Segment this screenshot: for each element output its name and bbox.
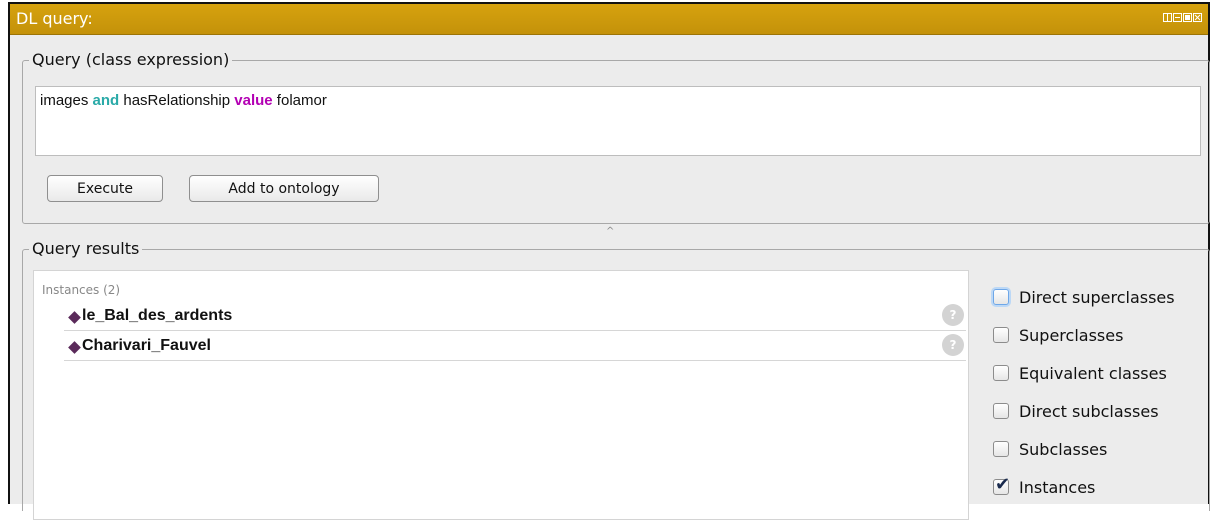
option-label: Direct subclasses bbox=[1019, 401, 1159, 421]
expression-token: folamor bbox=[272, 92, 327, 109]
expression-token: images bbox=[40, 92, 93, 109]
keyword-value: value bbox=[234, 92, 273, 109]
split-view-icon[interactable] bbox=[1163, 13, 1172, 22]
option-direct-subclasses[interactable]: Direct subclasses bbox=[993, 399, 1159, 423]
minimize-icon[interactable] bbox=[1173, 13, 1182, 22]
option-instances[interactable]: Instances bbox=[993, 474, 1096, 499]
results-header: Instances (2) bbox=[42, 283, 121, 297]
result-item[interactable]: Charivari_Fauvel ? bbox=[64, 331, 966, 361]
checkbox[interactable] bbox=[993, 365, 1009, 381]
option-label: Superclasses bbox=[1019, 325, 1124, 345]
checkbox[interactable] bbox=[993, 474, 1010, 495]
checkbox[interactable] bbox=[993, 289, 1009, 305]
add-to-ontology-button[interactable]: Add to ontology bbox=[189, 175, 379, 202]
option-label: Equivalent classes bbox=[1019, 363, 1167, 383]
individual-diamond-icon bbox=[68, 311, 81, 324]
maximize-icon[interactable] bbox=[1183, 13, 1192, 22]
instance-label: Charivari_Fauvel bbox=[82, 337, 211, 354]
option-label: Direct superclasses bbox=[1019, 287, 1175, 307]
checkbox[interactable] bbox=[993, 441, 1009, 457]
splitter-handle-icon[interactable]: ^ bbox=[606, 226, 614, 237]
checkbox[interactable] bbox=[993, 403, 1009, 419]
help-icon[interactable]: ? bbox=[942, 334, 964, 356]
close-icon[interactable] bbox=[1193, 13, 1202, 22]
keyword-and: and bbox=[92, 92, 120, 109]
results-group-label: Query results bbox=[29, 239, 143, 259]
dl-query-window: DL query: Query (class expression) image… bbox=[8, 2, 1210, 520]
option-label: Subclasses bbox=[1019, 439, 1108, 459]
query-group-label: Query (class expression) bbox=[29, 50, 233, 70]
expression-token: hasRelationship bbox=[119, 92, 235, 109]
window-controls bbox=[1163, 13, 1202, 22]
option-equivalent-classes[interactable]: Equivalent classes bbox=[993, 361, 1167, 385]
option-subclasses[interactable]: Subclasses bbox=[993, 437, 1107, 461]
individual-diamond-icon bbox=[68, 341, 81, 354]
option-superclasses[interactable]: Superclasses bbox=[993, 323, 1123, 347]
query-expression-editor[interactable]: images and hasRelationship value folamor bbox=[35, 86, 1201, 156]
help-icon[interactable]: ? bbox=[942, 304, 964, 326]
option-direct-superclasses[interactable]: Direct superclasses bbox=[993, 285, 1175, 309]
result-item[interactable]: le_Bal_des_ardents ? bbox=[64, 301, 966, 331]
checkbox[interactable] bbox=[993, 327, 1009, 343]
results-list[interactable]: Instances (2) le_Bal_des_ardents ? Chari… bbox=[33, 270, 969, 520]
results-group: Query results Instances (2) le_Bal_des_a… bbox=[22, 239, 1210, 520]
title-bar[interactable]: DL query: bbox=[10, 4, 1208, 35]
window-title: DL query: bbox=[16, 9, 93, 28]
execute-button[interactable]: Execute bbox=[47, 175, 163, 202]
option-label: Instances bbox=[1019, 477, 1096, 497]
instance-label: le_Bal_des_ardents bbox=[82, 307, 233, 324]
query-group: Query (class expression) images and hasR… bbox=[22, 50, 1210, 224]
